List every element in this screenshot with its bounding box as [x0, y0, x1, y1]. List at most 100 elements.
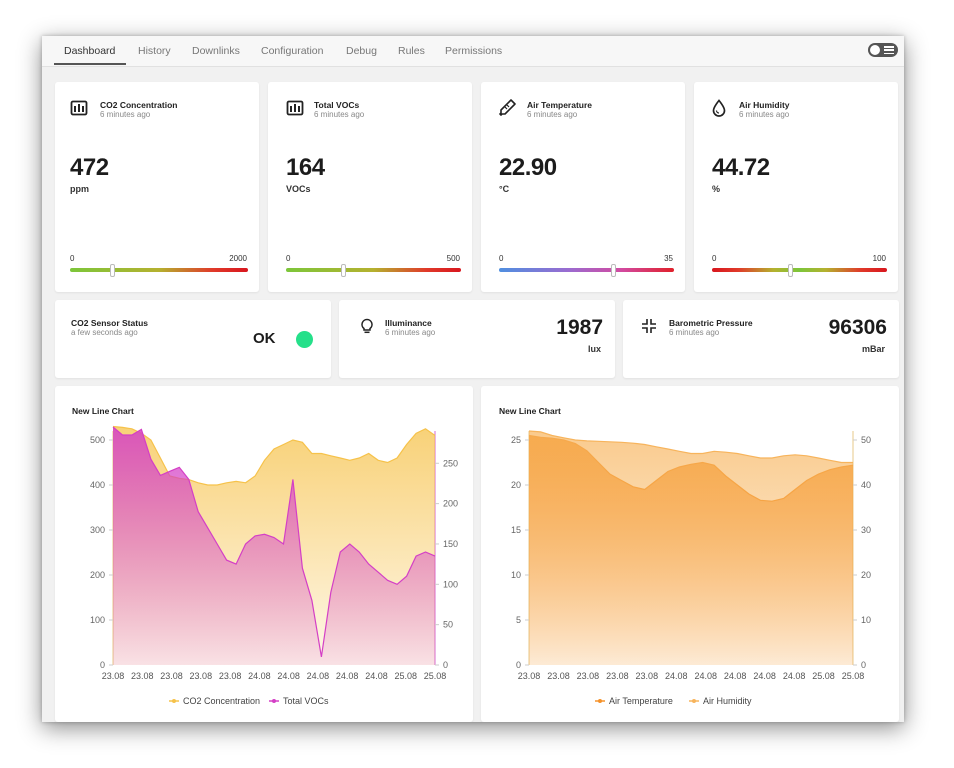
gauge-marker: [611, 264, 617, 277]
tab-downlinks[interactable]: Downlinks: [192, 45, 240, 57]
x-tick-label: 24.08: [665, 671, 688, 681]
y-tick-label-left: 0: [100, 660, 105, 670]
x-tick-label: 25.08: [394, 671, 417, 681]
pressure-title: Barometric Pressure: [669, 318, 753, 328]
tab-rules[interactable]: Rules: [398, 45, 425, 57]
gauge-max: 500: [446, 254, 460, 263]
status-title: CO2 Sensor Status: [71, 318, 148, 328]
status-indicator-dot: [296, 331, 313, 348]
legend-label[interactable]: Air Humidity: [703, 696, 752, 706]
x-tick-label: 25.08: [424, 671, 447, 681]
y-tick-label-left: 10: [511, 570, 521, 580]
tab-permissions[interactable]: Permissions: [445, 45, 502, 57]
y-tick-label-left: 300: [90, 525, 105, 535]
x-tick-label: 24.08: [307, 671, 330, 681]
y-tick-label-left: 500: [90, 435, 105, 445]
gauge-unit: %: [712, 184, 721, 194]
gauge-value: 472: [70, 154, 109, 181]
y-tick-label-right: 100: [443, 579, 458, 589]
x-tick-label: 23.08: [577, 671, 600, 681]
pressure-timestamp: 6 minutes ago: [669, 328, 720, 337]
gauge-card-voc[interactable]: Total VOCs 6 minutes ago 164 VOCs 0 500: [268, 82, 472, 292]
y-tick-label-right: 250: [443, 458, 458, 468]
lightbulb-icon: [361, 318, 373, 334]
gauge-card-humidity[interactable]: Air Humidity 6 minutes ago 44.72 % 0 100: [694, 82, 898, 292]
legend-marker: [272, 699, 276, 703]
gauge-unit: °C: [499, 184, 510, 194]
gauge-value: 164: [286, 154, 325, 181]
x-tick-label: 25.08: [842, 671, 865, 681]
series-area-1: [529, 431, 853, 665]
gauge-min: 0: [712, 254, 717, 263]
thermometer-icon: [499, 99, 516, 116]
gauge-value: 22.90: [499, 154, 557, 181]
gauge-bar: [712, 264, 887, 277]
gauge-title: Air Temperature: [527, 100, 593, 110]
gauge-min: 0: [70, 254, 75, 263]
temperature-humidity-line-chart[interactable]: 0 5 10 15 20 25 0 10 20 30 40 50 23.08 23.08 23.08 23.0…: [481, 386, 899, 722]
illuminance-timestamp: 6 minutes ago: [385, 328, 436, 337]
gauge-min: 0: [499, 254, 504, 263]
x-tick-label: 23.08: [190, 671, 213, 681]
gauge-marker: [341, 264, 347, 277]
status-value: OK: [253, 330, 276, 347]
gauge-bar: [70, 264, 248, 277]
legend-marker: [172, 699, 176, 703]
x-tick-label: 24.08: [248, 671, 271, 681]
gauge-value: 44.72: [712, 154, 770, 181]
gauge-card-temperature[interactable]: Air Temperature 6 minutes ago 22.90 °C 0…: [481, 82, 685, 292]
y-tick-label-right: 40: [861, 480, 871, 490]
co2-sensor-status-card[interactable]: CO2 Sensor Status a few seconds ago OK: [55, 300, 331, 378]
x-tick-label: 24.08: [753, 671, 776, 681]
temperature-humidity-chart-card[interactable]: New Line Chart 0 5 10 15 20 25 0 10 20 30 40 50 23.0…: [481, 386, 899, 722]
gauge-bar: [286, 264, 461, 277]
gauge-bar: [499, 264, 674, 277]
y-tick-label-left: 20: [511, 480, 521, 490]
pressure-value: 96306: [828, 316, 887, 339]
y-tick-label-left: 15: [511, 525, 521, 535]
compress-icon: [642, 319, 656, 333]
y-tick-label-left: 25: [511, 435, 521, 445]
gauge-marker: [788, 264, 794, 277]
y-tick-label-left: 100: [90, 615, 105, 625]
app-window: Dashboard History Downlinks Configuratio…: [42, 36, 904, 722]
legend-label[interactable]: CO2 Concentration: [183, 696, 260, 706]
gauge-unit: VOCs: [286, 184, 311, 194]
voc-sensor-icon: [286, 100, 304, 116]
tab-dashboard[interactable]: Dashboard: [64, 45, 115, 57]
tab-configuration[interactable]: Configuration: [261, 45, 323, 57]
gauge-timestamp: 6 minutes ago: [527, 110, 578, 119]
illuminance-title: Illuminance: [385, 318, 432, 328]
legend-label[interactable]: Total VOCs: [283, 696, 329, 706]
y-tick-label-right: 50: [861, 435, 871, 445]
co2-voc-chart-card[interactable]: New Line Chart 0 100 200 300 400 500 0 50 100 150…: [55, 386, 473, 722]
x-tick-label: 24.08: [724, 671, 747, 681]
legend-marker: [598, 699, 602, 703]
x-tick-label: 23.08: [518, 671, 541, 681]
gauge-card-co2[interactable]: CO2 Concentration 6 minutes ago 472 ppm …: [55, 82, 259, 292]
y-tick-label-right: 150: [443, 539, 458, 549]
co2-voc-line-chart[interactable]: 0 100 200 300 400 500 0 50 100 150 200 250 23.08 23.0…: [55, 386, 473, 722]
y-tick-label-left: 0: [516, 660, 521, 670]
settings-lines-icon: [884, 46, 894, 55]
x-tick-label: 25.08: [812, 671, 835, 681]
x-tick-label: 23.08: [547, 671, 570, 681]
illuminance-unit: lux: [587, 344, 601, 354]
y-tick-label-right: 30: [861, 525, 871, 535]
gauge-timestamp: 6 minutes ago: [739, 110, 790, 119]
legend-label[interactable]: Air Temperature: [609, 696, 673, 706]
water-drop-icon: [712, 99, 726, 117]
gauge-timestamp: 6 minutes ago: [314, 110, 365, 119]
y-tick-label-right: 10: [861, 615, 871, 625]
tab-debug[interactable]: Debug: [346, 45, 377, 57]
tab-bar: Dashboard History Downlinks Configuratio…: [42, 36, 904, 67]
illuminance-card[interactable]: Illuminance 6 minutes ago 1987 lux: [339, 300, 615, 378]
tab-history[interactable]: History: [138, 45, 171, 57]
barometric-pressure-card[interactable]: Barometric Pressure 6 minutes ago 96306 …: [623, 300, 899, 378]
edit-mode-toggle[interactable]: [868, 43, 898, 57]
y-tick-label-right: 20: [861, 570, 871, 580]
gauge-marker: [110, 264, 115, 277]
gauge-timestamp: 6 minutes ago: [100, 110, 151, 119]
toggle-knob: [870, 45, 880, 55]
gauge-min: 0: [286, 254, 291, 263]
